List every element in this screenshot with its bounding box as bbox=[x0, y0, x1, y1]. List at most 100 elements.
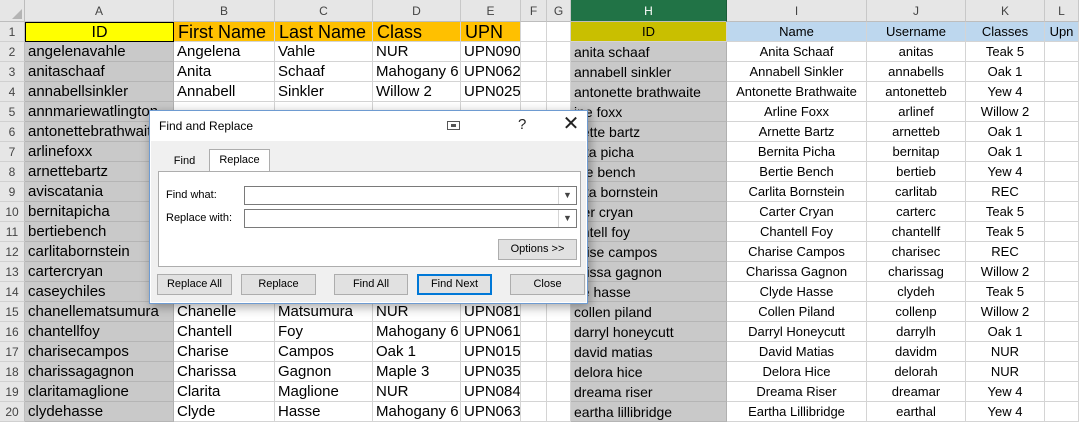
table-cell[interactable]: rtie bench bbox=[571, 162, 727, 182]
table-cell[interactable]: Willow 2 bbox=[966, 262, 1045, 282]
table-cell[interactable]: nita picha bbox=[571, 142, 727, 162]
table-cell[interactable]: chantellfoy bbox=[25, 322, 174, 342]
table-cell[interactable]: Vahle bbox=[275, 42, 373, 62]
table-cell[interactable]: Mahogany 6 bbox=[373, 402, 461, 422]
table-cell[interactable]: REC bbox=[966, 182, 1045, 202]
table-cell[interactable]: NUR bbox=[373, 382, 461, 402]
table-cell[interactable]: Teak 5 bbox=[966, 202, 1045, 222]
table-cell[interactable]: UPN063 bbox=[461, 402, 521, 422]
table-cell[interactable] bbox=[1045, 242, 1079, 262]
table-cell[interactable]: carterc bbox=[867, 202, 966, 222]
row-header[interactable]: 12 bbox=[0, 242, 25, 262]
chevron-down-icon[interactable]: ▼ bbox=[558, 187, 576, 204]
table-cell[interactable] bbox=[1045, 262, 1079, 282]
table-cell[interactable]: Foy bbox=[275, 322, 373, 342]
table-cell[interactable]: davidm bbox=[867, 342, 966, 362]
row-header[interactable]: 8 bbox=[0, 162, 25, 182]
table-cell[interactable]: Collen Piland bbox=[727, 302, 867, 322]
table-cell[interactable] bbox=[1045, 122, 1079, 142]
header-cell-d[interactable]: Class bbox=[373, 22, 461, 42]
table-cell[interactable] bbox=[521, 62, 547, 82]
table-cell[interactable]: David Matias bbox=[727, 342, 867, 362]
table-cell[interactable]: chanellematsumura bbox=[25, 302, 174, 322]
column-header-e[interactable]: E bbox=[461, 0, 521, 22]
table-cell[interactable]: Clarita bbox=[174, 382, 275, 402]
table-cell[interactable]: Chantell Foy bbox=[727, 222, 867, 242]
table-cell[interactable]: charissag bbox=[867, 262, 966, 282]
table-cell[interactable]: Arnette Bartz bbox=[727, 122, 867, 142]
row-header[interactable]: 11 bbox=[0, 222, 25, 242]
column-header-d[interactable]: D bbox=[373, 0, 461, 22]
table-cell[interactable]: collen piland bbox=[571, 302, 727, 322]
table-cell[interactable]: Yew 4 bbox=[966, 402, 1045, 422]
table-cell[interactable]: Bertie Bench bbox=[727, 162, 867, 182]
table-cell[interactable]: Carter Cryan bbox=[727, 202, 867, 222]
header-cell-c[interactable]: Last Name bbox=[275, 22, 373, 42]
column-header-g[interactable]: G bbox=[547, 0, 571, 22]
row-header[interactable]: 19 bbox=[0, 382, 25, 402]
table-cell[interactable]: Carlita Bornstein bbox=[727, 182, 867, 202]
row-header[interactable]: 3 bbox=[0, 62, 25, 82]
close-icon[interactable]: ✕ bbox=[559, 112, 583, 136]
table-cell[interactable] bbox=[1045, 182, 1079, 202]
table-cell[interactable]: arise campos bbox=[571, 242, 727, 262]
table-cell[interactable]: Charissa Gagnon bbox=[727, 262, 867, 282]
table-cell[interactable]: Mahogany 6 bbox=[373, 322, 461, 342]
table-cell[interactable] bbox=[1045, 402, 1079, 422]
row-header[interactable]: 2 bbox=[0, 42, 25, 62]
table-cell[interactable] bbox=[1045, 82, 1079, 102]
column-header-h[interactable]: H bbox=[571, 0, 727, 22]
table-cell[interactable] bbox=[1045, 282, 1079, 302]
table-cell[interactable]: charisec bbox=[867, 242, 966, 262]
table-cell[interactable]: anitaschaaf bbox=[25, 62, 174, 82]
table-cell[interactable]: Schaaf bbox=[275, 62, 373, 82]
table-cell[interactable]: annabells bbox=[867, 62, 966, 82]
tab-find[interactable]: Find bbox=[161, 151, 208, 171]
table-cell[interactable]: eartha lillibridge bbox=[571, 402, 727, 422]
table-cell[interactable] bbox=[1045, 202, 1079, 222]
table-cell[interactable] bbox=[521, 362, 547, 382]
table-cell[interactable] bbox=[521, 42, 547, 62]
table-cell[interactable]: bertieb bbox=[867, 162, 966, 182]
table-cell[interactable]: Yew 4 bbox=[966, 382, 1045, 402]
table-cell[interactable] bbox=[547, 82, 571, 102]
table-cell[interactable]: darryl honeycutt bbox=[571, 322, 727, 342]
table-cell[interactable]: UPN081 bbox=[461, 302, 521, 322]
table-cell[interactable] bbox=[1045, 62, 1079, 82]
table-cell[interactable] bbox=[1045, 162, 1079, 182]
table-cell[interactable] bbox=[547, 62, 571, 82]
table-cell[interactable]: antonetteb bbox=[867, 82, 966, 102]
column-header-l[interactable]: L bbox=[1045, 0, 1079, 22]
table-cell[interactable]: rter cryan bbox=[571, 202, 727, 222]
table-cell[interactable] bbox=[1045, 222, 1079, 242]
table-cell[interactable]: Teak 5 bbox=[966, 42, 1045, 62]
column-header-k[interactable]: K bbox=[966, 0, 1045, 22]
table-cell[interactable]: Willow 2 bbox=[373, 82, 461, 102]
table-cell[interactable]: nette bartz bbox=[571, 122, 727, 142]
row-header[interactable]: 6 bbox=[0, 122, 25, 142]
row-header[interactable]: 1 bbox=[0, 22, 25, 42]
table-cell[interactable]: UPN061 bbox=[461, 322, 521, 342]
table-cell[interactable] bbox=[547, 362, 571, 382]
table-cell[interactable] bbox=[547, 42, 571, 62]
header-cell-id[interactable]: ID bbox=[25, 22, 174, 42]
table-cell[interactable]: Campos bbox=[275, 342, 373, 362]
table-cell[interactable]: claritamaglione bbox=[25, 382, 174, 402]
table-cell[interactable]: annabellsinkler bbox=[25, 82, 174, 102]
table-cell[interactable]: UPN090 bbox=[461, 42, 521, 62]
table-cell[interactable] bbox=[1045, 302, 1079, 322]
table-cell[interactable]: Willow 2 bbox=[966, 102, 1045, 122]
table-cell[interactable]: Mahogany 6 bbox=[373, 62, 461, 82]
chevron-down-icon[interactable]: ▼ bbox=[558, 210, 576, 227]
table-cell[interactable]: delorah bbox=[867, 362, 966, 382]
table-cell[interactable] bbox=[1045, 102, 1079, 122]
table-cell[interactable]: Gagnon bbox=[275, 362, 373, 382]
table-cell[interactable]: Yew 4 bbox=[966, 162, 1045, 182]
table-cell[interactable] bbox=[1045, 142, 1079, 162]
table-cell[interactable]: earthal bbox=[867, 402, 966, 422]
table-cell[interactable]: antonette brathwaite bbox=[571, 82, 727, 102]
select-all-corner[interactable] bbox=[0, 0, 25, 22]
table-cell[interactable] bbox=[521, 82, 547, 102]
table-cell[interactable] bbox=[1045, 362, 1079, 382]
header-cell-id-h[interactable]: ID bbox=[571, 22, 727, 42]
